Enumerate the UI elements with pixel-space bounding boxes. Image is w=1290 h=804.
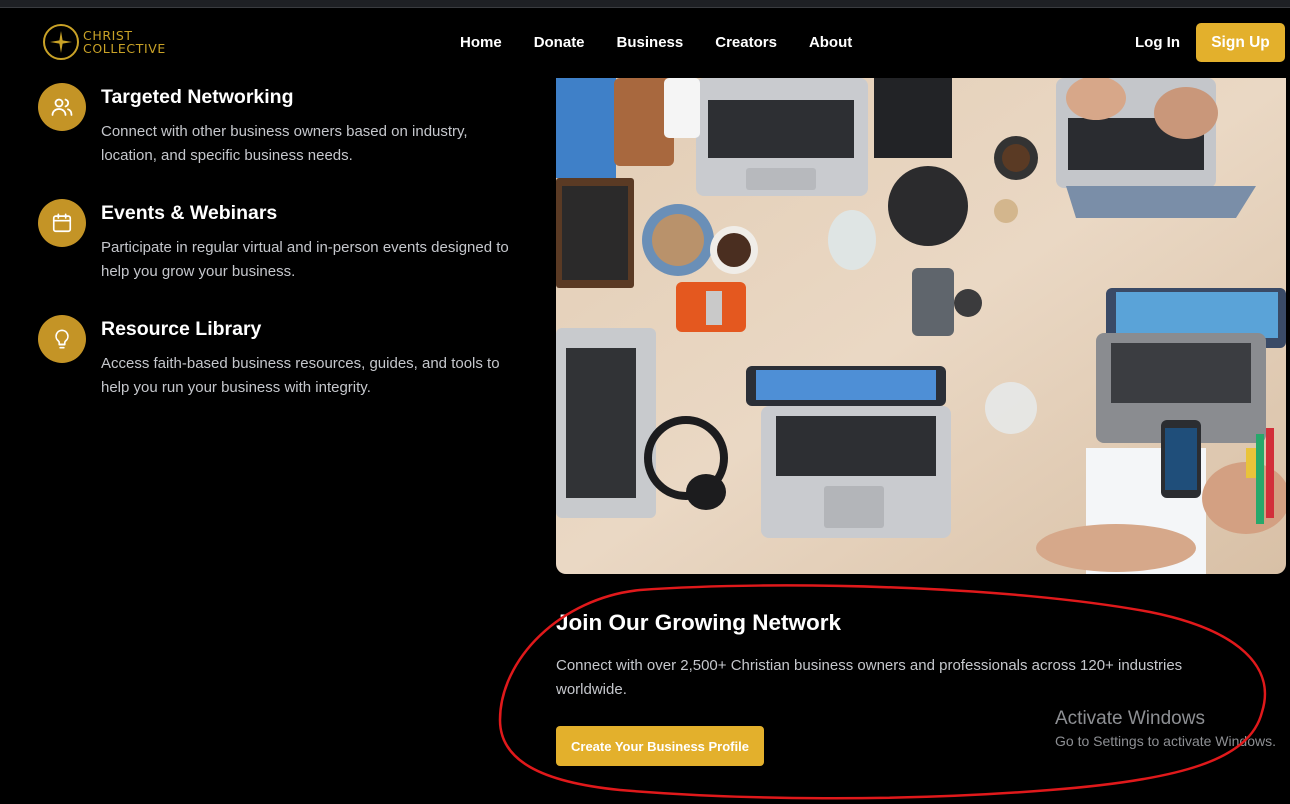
feature-description: Connect with other business owners based… [101,123,468,164]
signup-button[interactable]: Sign Up [1196,23,1285,62]
feature-title: Resource Library [101,318,262,340]
feature-title: Events & Webinars [101,202,278,224]
calendar-icon [38,199,86,247]
feature-description: Participate in regular virtual and in-pe… [101,239,509,280]
nav-creators[interactable]: Creators [715,34,777,51]
browser-top-strip [0,0,1290,8]
feature-title: Targeted Networking [101,86,294,108]
watermark-subtitle: Go to Settings to activate Windows. [1055,733,1276,749]
star-icon [43,24,79,60]
nav-home[interactable]: Home [460,34,502,51]
nav-about[interactable]: About [809,34,852,51]
brand-name: CHRIST COLLECTIVE [83,29,166,55]
brand-logo[interactable]: CHRIST COLLECTIVE [43,24,166,60]
cta-title: Join Our Growing Network [556,610,842,635]
users-icon [38,83,86,131]
site-header: CHRIST COLLECTIVE Home Donate Business C… [0,8,1290,78]
nav-donate[interactable]: Donate [534,34,585,51]
watermark-title: Activate Windows [1055,708,1205,729]
main-nav: Home Donate Business Creators About [460,34,884,51]
activate-windows-watermark: Activate Windows Go to Settings to activ… [1055,708,1276,749]
brand-line-2: COLLECTIVE [83,41,166,56]
cta-description: Connect with over 2,500+ Christian busin… [556,657,1183,698]
login-link[interactable]: Log In [1135,34,1180,51]
feature-description: Access faith-based business resources, g… [101,355,500,396]
lightbulb-icon [38,315,86,363]
workspace-photo [556,78,1286,574]
nav-business[interactable]: Business [617,34,684,51]
create-business-profile-button[interactable]: Create Your Business Profile [556,726,764,766]
